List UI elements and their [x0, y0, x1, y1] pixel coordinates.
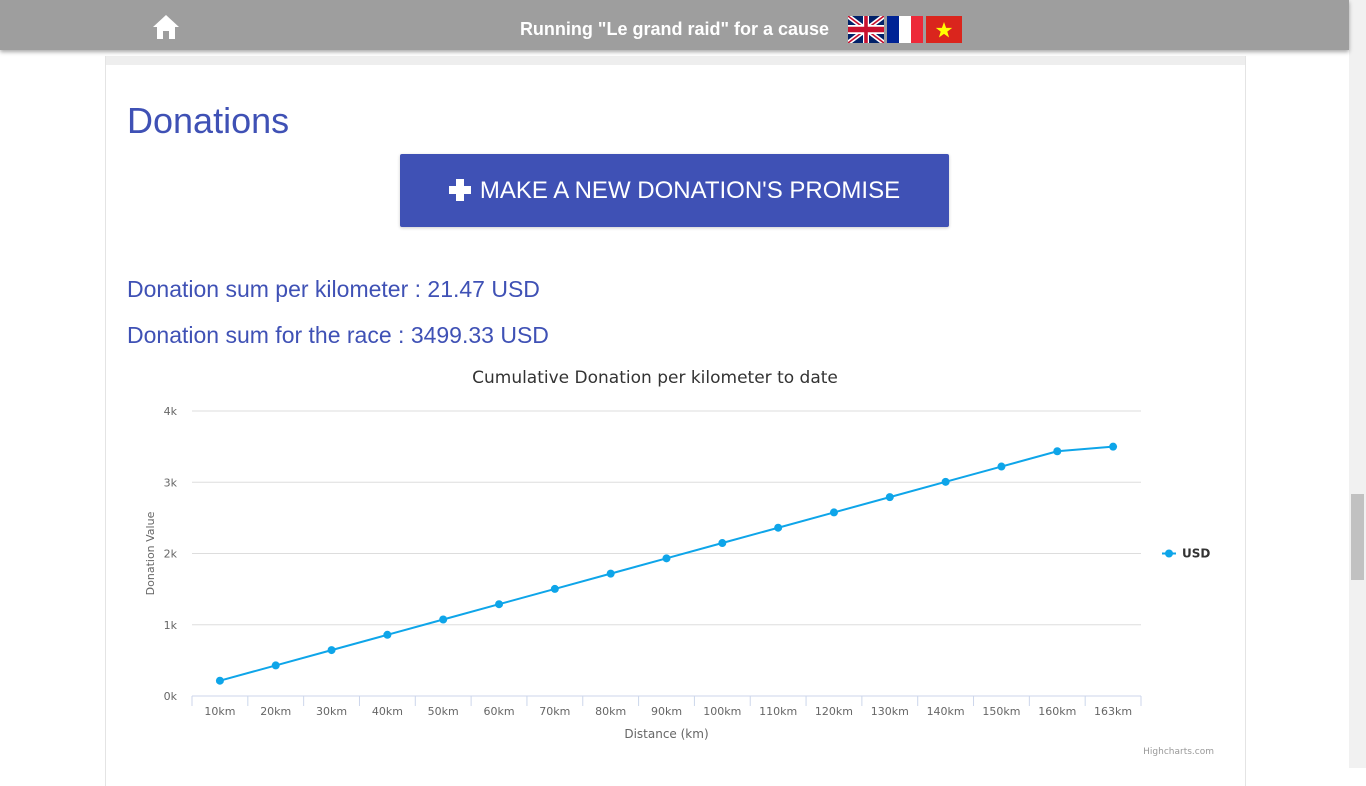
x-tick-label: 100km — [703, 705, 741, 718]
donation-per-km: Donation sum per kilometer : 21.47 USD — [127, 276, 540, 303]
donation-per-km-label: Donation sum per kilometer : — [127, 276, 428, 302]
chart-credits: Highcharts.com — [1143, 747, 1214, 757]
donation-chart: Cumulative Donation per kilometer to dat… — [125, 360, 1225, 760]
x-tick-label: 140km — [927, 705, 965, 718]
x-tick-label: 70km — [539, 705, 570, 718]
plus-icon — [448, 178, 471, 201]
chart-title: Cumulative Donation per kilometer to dat… — [472, 368, 838, 388]
data-point — [327, 646, 336, 655]
page-title: Donations — [127, 100, 290, 141]
data-point — [439, 615, 448, 624]
y-tick-label: 3k — [164, 476, 178, 489]
data-point — [550, 584, 559, 593]
x-tick-label: 20km — [260, 705, 291, 718]
data-point — [662, 554, 671, 563]
data-point — [606, 569, 615, 578]
legend-label: USD — [1182, 547, 1210, 561]
data-point — [941, 477, 950, 486]
y-tick-label: 2k — [164, 548, 178, 561]
x-tick-label: 30km — [316, 705, 347, 718]
uk-flag-icon[interactable] — [848, 16, 884, 43]
app-title: Running "Le grand raid" for a cause — [519, 19, 830, 39]
x-tick-label: 150km — [982, 705, 1020, 718]
y-axis-label: Donation Value — [144, 511, 157, 595]
data-point — [774, 523, 783, 532]
donation-per-km-value: 21.47 USD — [427, 276, 540, 302]
x-tick-label: 120km — [815, 705, 853, 718]
x-axis-label: Distance (km) — [624, 727, 708, 741]
legend-marker — [1165, 549, 1173, 558]
data-point — [997, 462, 1006, 471]
vn-flag-icon[interactable] — [926, 16, 962, 43]
donation-race-total: Donation sum for the race : 3499.33 USD — [127, 322, 549, 349]
data-point — [885, 493, 894, 502]
data-point — [215, 676, 224, 685]
x-tick-label: 163km — [1094, 705, 1132, 718]
x-tick-label: 40km — [372, 705, 403, 718]
scrollbar[interactable] — [1349, 0, 1366, 768]
card-top-band — [106, 56, 1245, 65]
x-tick-label: 90km — [651, 705, 682, 718]
home-icon[interactable] — [151, 13, 181, 41]
x-tick-label: 80km — [595, 705, 626, 718]
x-tick-label: 130km — [871, 705, 909, 718]
x-tick-label: 50km — [428, 705, 459, 718]
data-point — [718, 539, 727, 548]
data-point — [1053, 447, 1062, 456]
data-point — [495, 600, 504, 609]
data-point — [829, 508, 838, 517]
x-tick-label: 110km — [759, 705, 797, 718]
data-point — [1109, 442, 1118, 451]
donation-race-total-value: 3499.33 USD — [410, 322, 549, 348]
data-point — [383, 630, 392, 639]
y-tick-label: 4k — [164, 405, 178, 418]
y-tick-label: 1k — [164, 619, 178, 632]
scrollbar-thumb[interactable] — [1351, 494, 1364, 580]
donation-race-total-label: Donation sum for the race : — [127, 322, 411, 348]
x-tick-label: 10km — [204, 705, 235, 718]
fr-flag-icon[interactable] — [887, 16, 923, 43]
chart-svg: Cumulative Donation per kilometer to dat… — [144, 368, 1214, 757]
new-donation-button[interactable]: MAKE A NEW DONATION'S PROMISE — [400, 154, 949, 227]
x-tick-label: 60km — [483, 705, 514, 718]
y-tick-label: 0k — [164, 690, 178, 703]
top-bar: Running "Le grand raid" for a cause — [0, 0, 1349, 50]
data-point — [271, 661, 280, 670]
new-donation-label: MAKE A NEW DONATION'S PROMISE — [479, 176, 901, 204]
x-tick-label: 160km — [1038, 705, 1076, 718]
